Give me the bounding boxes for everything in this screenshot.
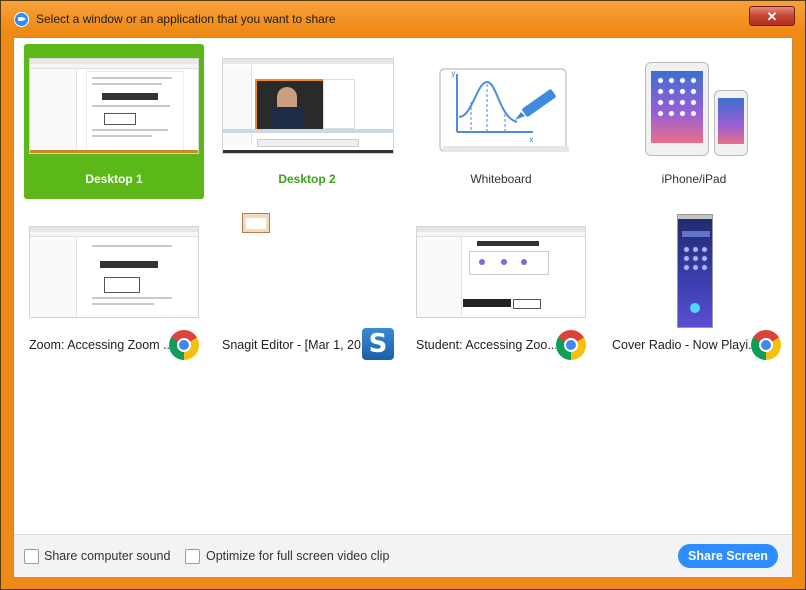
cover-radio-thumbnail bbox=[677, 214, 713, 328]
desktop-1-thumbnail bbox=[29, 58, 199, 154]
chrome-icon bbox=[751, 330, 781, 360]
share-content-area: Desktop 1 Desktop 2 y x Whiteboard iPhon… bbox=[13, 37, 793, 577]
zoom-window-thumbnail bbox=[29, 226, 199, 318]
snagit-window-label: Snagit Editor - [Mar 1, 20... bbox=[222, 338, 362, 352]
close-button[interactable]: ✕ bbox=[749, 6, 795, 26]
tile-iphone-ipad[interactable]: iPhone/iPad bbox=[604, 44, 784, 199]
title-bar[interactable]: Select a window or an application that y… bbox=[1, 1, 805, 37]
window-tile-cover-radio[interactable]: Cover Radio - Now Playi... bbox=[604, 214, 784, 360]
tile-desktop-1[interactable]: Desktop 1 bbox=[24, 44, 204, 199]
chrome-icon bbox=[556, 330, 586, 360]
desktop-2-label: Desktop 2 bbox=[278, 172, 336, 186]
snagit-icon: S bbox=[362, 328, 394, 360]
snagit-window-thumbnail bbox=[242, 213, 270, 233]
share-screen-button[interactable]: Share Screen bbox=[678, 544, 778, 568]
student-window-label: Student: Accessing Zoo... bbox=[416, 338, 556, 352]
student-window-thumbnail bbox=[416, 226, 586, 318]
desktop-1-label: Desktop 1 bbox=[85, 172, 143, 186]
footer-bar: Share computer sound Optimize for full s… bbox=[14, 534, 792, 577]
iphone-ipad-label: iPhone/iPad bbox=[661, 172, 727, 186]
iphone-icon bbox=[714, 90, 748, 156]
optimize-video-label[interactable]: Optimize for full screen video clip bbox=[206, 549, 389, 563]
share-sound-checkbox[interactable] bbox=[24, 549, 39, 564]
svg-text:y: y bbox=[451, 69, 456, 78]
tile-whiteboard[interactable]: y x Whiteboard bbox=[411, 44, 591, 199]
window-tile-zoom[interactable]: Zoom: Accessing Zoom ... bbox=[24, 218, 204, 360]
tile-desktop-2[interactable]: Desktop 2 bbox=[217, 44, 397, 199]
share-screen-window: Select a window or an application that y… bbox=[0, 0, 806, 590]
whiteboard-icon: y x bbox=[439, 68, 569, 152]
svg-text:x: x bbox=[529, 135, 534, 144]
whiteboard-label: Whiteboard bbox=[470, 172, 532, 186]
zoom-app-icon bbox=[14, 12, 29, 27]
zoom-window-label: Zoom: Accessing Zoom ... bbox=[29, 338, 169, 352]
share-sound-label[interactable]: Share computer sound bbox=[44, 549, 170, 563]
window-title: Select a window or an application that y… bbox=[36, 12, 336, 26]
window-tile-student[interactable]: Student: Accessing Zoo... bbox=[411, 218, 591, 360]
chrome-icon bbox=[169, 330, 199, 360]
ipad-icon bbox=[645, 62, 709, 156]
optimize-video-checkbox[interactable] bbox=[185, 549, 200, 564]
cover-radio-window-label: Cover Radio - Now Playi... bbox=[612, 338, 752, 352]
window-tile-snagit[interactable]: Snagit Editor - [Mar 1, 20... S bbox=[217, 213, 397, 360]
desktop-2-thumbnail bbox=[222, 58, 394, 154]
